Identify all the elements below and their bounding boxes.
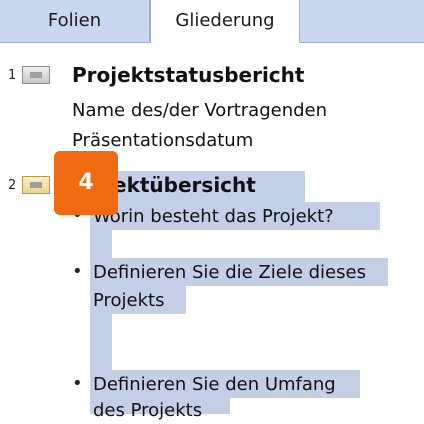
step-callout-badge: 4 (54, 151, 118, 215)
outline-line[interactable]: Name des/der Vortragenden (72, 100, 327, 121)
slide-number: 2 (8, 178, 17, 193)
tab-folien[interactable]: Folien (0, 0, 150, 42)
outline-pane: 1 Projektstatusbericht Name des/der Vort… (0, 43, 424, 421)
outline-bullet[interactable]: Worin besteht das Projekt? (93, 203, 334, 230)
slide-title[interactable]: Projektstatusbericht (72, 63, 304, 87)
slide-number: 1 (8, 68, 17, 83)
outline-bullet[interactable]: Definieren Sie den Umfang (93, 371, 336, 398)
selection-highlight (90, 314, 112, 342)
selection-highlight (90, 342, 112, 370)
outline-bullet[interactable]: des Projekts (93, 397, 202, 424)
tab-strip: Folien Gliederung (0, 0, 424, 43)
slide-thumbnail-icon[interactable] (22, 176, 50, 194)
tab-gliederung[interactable]: Gliederung (150, 0, 300, 43)
bullet-icon: • (72, 373, 83, 394)
selection-highlight (90, 230, 112, 258)
outline-bullet[interactable]: Definieren Sie die Ziele dieses (93, 259, 366, 286)
slide-thumbnail-icon[interactable] (22, 66, 50, 84)
outline-bullet[interactable]: Projekts (93, 287, 165, 314)
outline-line[interactable]: Präsentationsdatum (72, 130, 253, 151)
bullet-icon: • (72, 261, 83, 282)
slide-title[interactable]: ektübersicht (113, 173, 256, 197)
